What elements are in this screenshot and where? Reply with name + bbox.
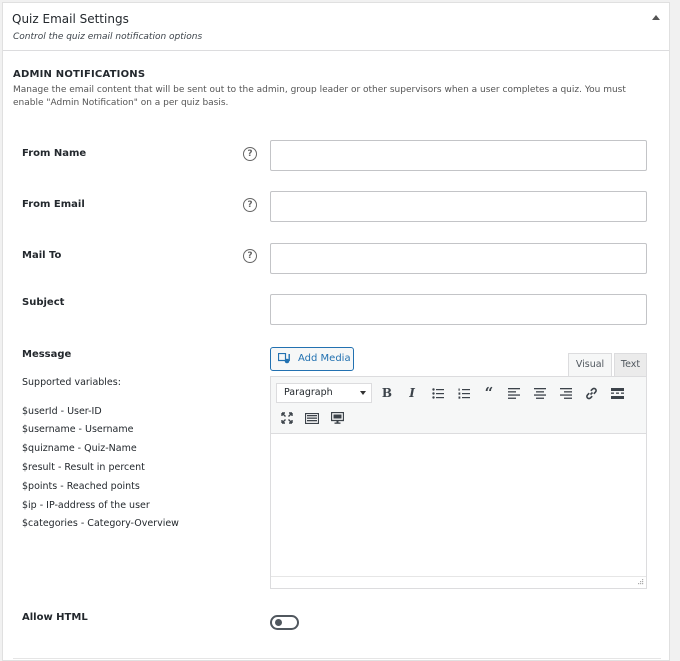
variable-item: $result - Result in percent [22,462,145,473]
from-email-input[interactable] [270,191,647,222]
bullet-list-icon[interactable] [427,382,449,404]
mail-to-input[interactable] [270,243,647,274]
mail-to-help-icon[interactable]: ? [243,249,257,263]
chevron-down-icon [360,391,366,395]
panel-header[interactable]: Quiz Email Settings Control the quiz ema… [3,3,669,51]
allow-html-toggle[interactable] [270,615,299,630]
from-name-help-icon[interactable]: ? [243,147,257,161]
tab-visual[interactable]: Visual [568,353,612,377]
align-left-icon[interactable] [503,382,525,404]
fullscreen-icon[interactable] [276,407,298,429]
mail-to-label: Mail To [22,250,62,261]
tab-text[interactable]: Text [614,353,647,377]
from-email-label: From Email [22,199,85,210]
link-icon[interactable] [580,382,602,404]
variable-item: $points - Reached points [22,481,140,492]
keyboard-toolbar-icon[interactable] [301,407,323,429]
from-name-label: From Name [22,148,87,159]
align-right-icon[interactable] [555,382,577,404]
editor-content-area[interactable] [271,434,646,577]
section-title: ADMIN NOTIFICATIONS [13,69,146,80]
variable-item: $ip - IP-address of the user [22,500,150,511]
subject-label: Subject [22,297,65,308]
blockquote-icon[interactable]: “ [478,382,500,404]
format-select[interactable]: Paragraph [276,383,372,403]
message-label: Message [22,349,72,360]
quiz-email-settings-panel: Quiz Email Settings Control the quiz ema… [2,2,670,661]
align-center-icon[interactable] [529,382,551,404]
from-name-input[interactable] [270,140,647,171]
allow-html-label: Allow HTML [22,612,88,623]
variable-item: $userId - User-ID [22,406,102,417]
bold-icon[interactable]: B [376,382,398,404]
divider [13,658,661,659]
resize-grip-icon[interactable] [636,579,644,587]
format-select-value: Paragraph [284,387,333,398]
editor-toolbar: Paragraph B I “ [271,377,646,434]
toggle-knob [275,619,282,626]
editor-status-bar [271,576,646,588]
add-media-button[interactable]: Add Media [270,347,354,371]
add-media-label: Add Media [298,353,351,364]
section-description: Manage the email content that will be se… [13,85,626,108]
message-editor: Paragraph B I “ [270,376,647,589]
add-media-icon [278,353,290,364]
from-email-help-icon[interactable]: ? [243,198,257,212]
subject-input[interactable] [270,294,647,325]
collapse-arrow-icon[interactable] [652,15,660,20]
read-more-icon[interactable] [606,382,628,404]
monitor-icon[interactable] [326,407,348,429]
panel-subtitle: Control the quiz email notification opti… [13,32,203,42]
supported-variables-label: Supported variables: [22,377,121,388]
variable-item: $quizname - Quiz-Name [22,443,137,454]
variable-item: $categories - Category-Overview [22,518,179,529]
numbered-list-icon[interactable] [453,382,475,404]
variable-item: $username - Username [22,424,134,435]
italic-icon[interactable]: I [401,382,423,404]
panel-title: Quiz Email Settings [12,12,129,26]
